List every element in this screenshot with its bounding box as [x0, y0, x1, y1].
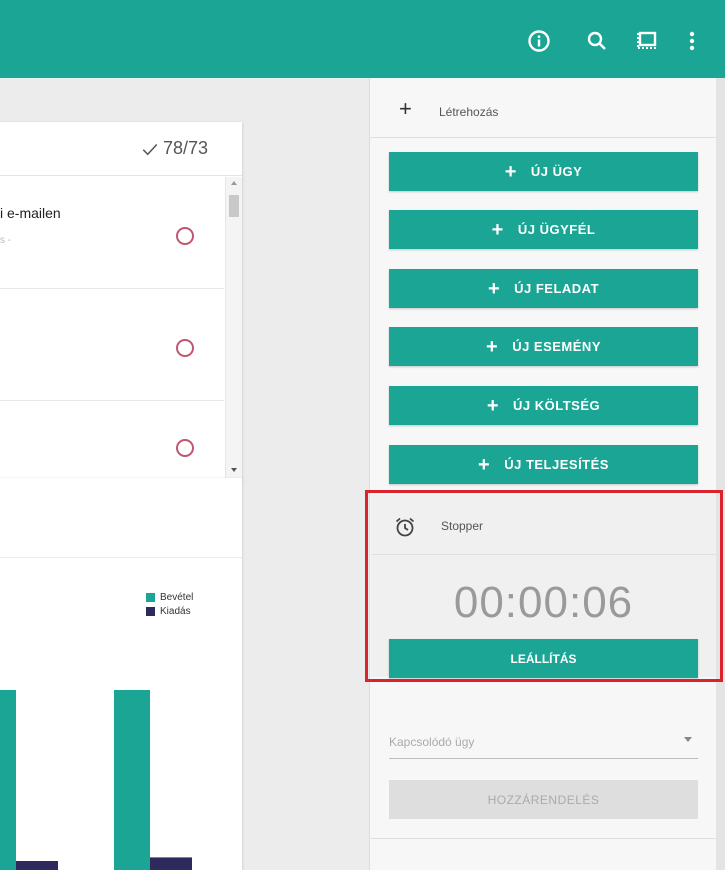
plus-icon: + — [486, 394, 500, 417]
legend-item-income: Bevétel — [146, 590, 193, 604]
task-card-header: 78/73 — [0, 122, 242, 176]
info-icon[interactable] — [526, 28, 552, 54]
legend-item-expense: Kiadás — [146, 604, 193, 618]
new-case-button[interactable]: + ÚJ ÜGY — [389, 152, 698, 191]
dropdown-arrow-icon — [684, 737, 692, 742]
task-counter: 78/73 — [141, 138, 208, 159]
plus-icon: + — [478, 453, 491, 476]
legend-swatch — [146, 606, 155, 616]
chart-card — [0, 478, 242, 870]
scroll-up-arrow-icon[interactable] — [231, 181, 237, 185]
task-item[interactable] — [0, 289, 224, 401]
related-case-placeholder: Kapcsolódó ügy — [389, 735, 475, 749]
task-list-scrollbar[interactable] — [225, 177, 242, 480]
task-title: i e-mailen — [0, 205, 61, 221]
search-icon[interactable] — [584, 28, 610, 54]
related-case-select[interactable]: Kapcsolódó ügy — [389, 725, 698, 759]
chart-card-header — [0, 478, 242, 558]
task-counter-value: 78/73 — [162, 138, 208, 158]
divider — [371, 838, 716, 839]
stopper-label: Stopper — [441, 519, 484, 533]
button-label: ÚJ ÜGYFÉL — [517, 222, 596, 237]
assign-button[interactable]: HOZZÁRENDELÉS — [389, 780, 698, 819]
button-label: ÚJ ESEMÉNY — [512, 339, 601, 354]
more-vert-icon[interactable] — [679, 28, 705, 54]
bar-expense — [150, 857, 192, 870]
bar-income — [0, 690, 16, 870]
task-card: 78/73 i e-mailen s - — [0, 122, 242, 480]
bar-income — [114, 690, 150, 870]
plus-icon: + — [486, 335, 499, 358]
legend-swatch — [146, 592, 155, 602]
button-label: ÚJ FELADAT — [514, 281, 600, 296]
new-task-button[interactable]: + ÚJ FELADAT — [389, 269, 698, 308]
create-section-label: Létrehozás — [439, 105, 499, 119]
new-client-button[interactable]: + ÚJ ÜGYFÉL — [389, 210, 698, 249]
task-list: i e-mailen s - — [0, 177, 224, 480]
plus-icon: + — [491, 218, 504, 241]
alarm-clock-icon — [395, 517, 415, 537]
new-expense-button[interactable]: + ÚJ KÖLTSÉG — [389, 386, 698, 425]
new-fulfillment-button[interactable]: + ÚJ TELJESÍTÉS — [389, 445, 698, 484]
plus-icon: + — [504, 160, 517, 183]
complete-circle-icon[interactable] — [176, 339, 194, 357]
stopper-timer: 00:00:06 — [453, 578, 634, 627]
check-icon — [142, 143, 158, 155]
plus-icon: + — [399, 96, 412, 121]
chart-legend: Bevétel Kiadás — [146, 590, 193, 618]
task-item[interactable] — [0, 401, 224, 480]
button-label: ÚJ TELJESÍTÉS — [504, 457, 609, 472]
top-app-bar — [0, 0, 725, 78]
button-label: ÚJ KÖLTSÉG — [513, 398, 601, 413]
task-item[interactable]: i e-mailen s - — [0, 177, 224, 289]
complete-circle-icon[interactable] — [176, 439, 194, 457]
bar-chart — [0, 690, 192, 870]
legend-label: Bevétel — [160, 591, 194, 603]
complete-circle-icon[interactable] — [176, 227, 194, 245]
screen-icon[interactable] — [634, 28, 660, 54]
new-event-button[interactable]: + ÚJ ESEMÉNY — [389, 327, 698, 366]
stop-button[interactable]: LEÁLLÍTÁS — [389, 639, 698, 678]
button-label: ÚJ ÜGY — [530, 164, 583, 179]
panel-scroll-strip — [716, 78, 725, 870]
task-subtitle: s - — [0, 235, 12, 246]
bar-expense — [16, 861, 58, 870]
create-section-header: + Létrehozás — [369, 78, 716, 138]
scroll-thumb[interactable] — [229, 195, 239, 217]
stopper-section: Stopper 00:00:06 LEÁLLÍTÁS — [371, 495, 716, 678]
stopper-header: Stopper — [371, 495, 716, 555]
legend-label: Kiadás — [160, 605, 191, 617]
plus-icon: + — [487, 277, 501, 300]
scroll-down-arrow-icon[interactable] — [231, 468, 237, 472]
